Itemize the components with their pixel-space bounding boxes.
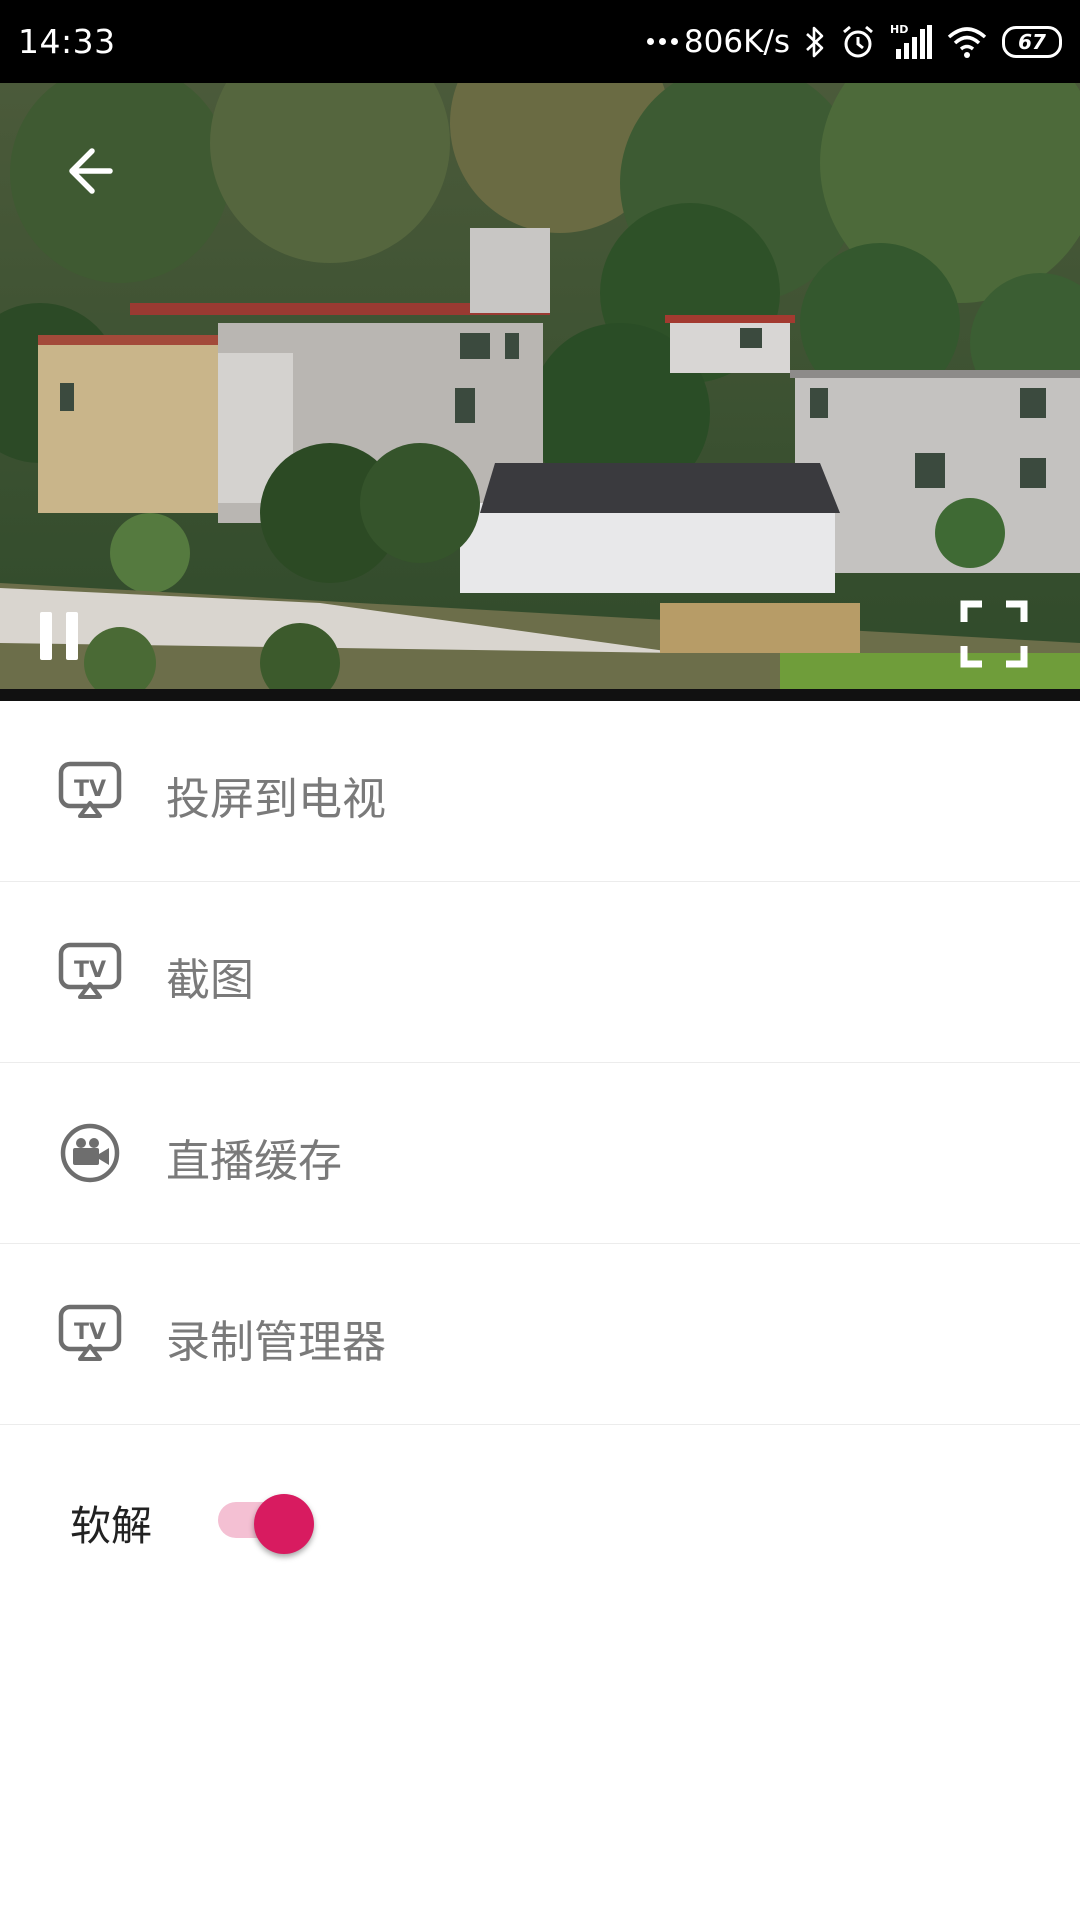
battery-level: 67: [1018, 29, 1046, 54]
soft-decode-switch[interactable]: [218, 1486, 314, 1554]
network-speed-value: 806K/s: [683, 23, 790, 60]
dots-icon: [646, 38, 678, 45]
status-bar: 14:33 806K/s HD 67: [0, 0, 1080, 83]
menu-item-recording-manager[interactable]: TV 录制管理器: [0, 1244, 1080, 1425]
soft-decode-label: 软解: [70, 1502, 152, 1550]
menu-item-screenshot[interactable]: TV 截图: [0, 882, 1080, 1063]
video-camera-icon: [58, 1123, 122, 1183]
svg-text:TV: TV: [74, 1320, 106, 1345]
menu-item-live-cache[interactable]: 直播缓存: [0, 1063, 1080, 1244]
status-time: 14:33: [18, 22, 116, 61]
fullscreen-icon[interactable]: [958, 598, 1030, 670]
menu-item-label: 直播缓存: [166, 1136, 342, 1187]
video-frame: [0, 83, 1080, 701]
hd-signal-icon: HD: [890, 23, 932, 61]
pause-icon[interactable]: [36, 608, 86, 664]
menu-item-cast-to-tv[interactable]: TV 投屏到电视: [0, 701, 1080, 882]
video-player[interactable]: [0, 83, 1080, 701]
player-menu: TV 投屏到电视 TV 截图 直播缓存 TV 录制管理器: [0, 701, 1080, 1425]
tv-cast-icon: TV: [58, 1304, 122, 1364]
alarm-icon: [840, 24, 876, 60]
back-arrow-icon[interactable]: [62, 137, 132, 207]
tv-cast-icon: TV: [58, 942, 122, 1002]
hd-badge: HD: [890, 23, 908, 36]
svg-text:TV: TV: [74, 958, 106, 983]
bluetooth-icon: [804, 24, 826, 60]
menu-item-label: 截图: [166, 955, 254, 1006]
wifi-icon: [946, 24, 988, 60]
menu-item-label: 投屏到电视: [166, 774, 386, 825]
menu-item-label: 录制管理器: [166, 1317, 386, 1368]
soft-decode-row: 软解: [0, 1426, 1080, 1554]
status-icons: 806K/s HD 67: [646, 23, 1062, 61]
switch-thumb: [254, 1494, 314, 1554]
battery-icon: 67: [1002, 25, 1062, 58]
video-progress-bar[interactable]: [0, 689, 1080, 701]
tv-cast-icon: TV: [58, 761, 122, 821]
network-speed: 806K/s: [646, 23, 790, 60]
svg-text:TV: TV: [74, 777, 106, 802]
